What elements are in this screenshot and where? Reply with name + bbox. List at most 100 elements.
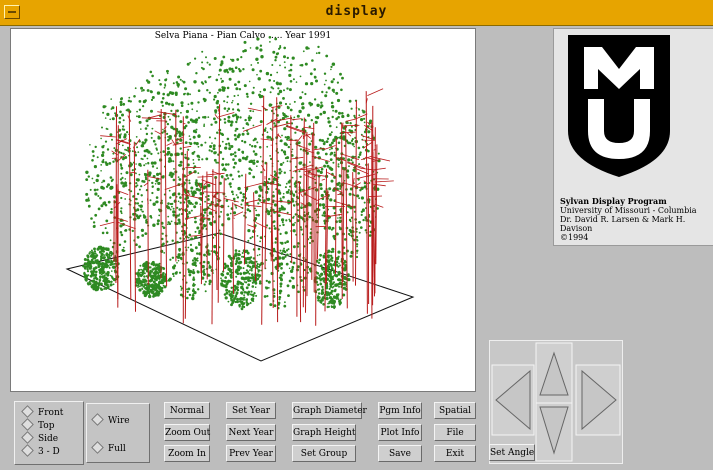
foliage-dot [230,120,234,124]
foliage-dot [221,168,224,171]
foliage-dot [325,140,329,143]
foliage-dot [245,269,248,272]
foliage-dot [158,280,162,285]
foliage-dot [228,147,232,151]
foliage-dot [121,128,124,131]
foliage-dot [369,119,373,123]
foliage-dot [138,245,141,249]
foliage-dot [337,165,340,168]
graph-height-button[interactable]: Graph Height [292,424,356,441]
foliage-dot [270,157,273,161]
foliage-dot [273,280,275,282]
prev-year-button[interactable]: Prev Year [226,445,276,462]
foliage-dot [202,67,205,71]
radio-3d[interactable]: 3 - D [21,444,60,457]
foliage-dot [104,117,107,119]
foliage-dot [113,147,116,150]
foliage-dot [318,258,322,262]
tree-branch [266,118,278,125]
foliage-dot [357,172,361,175]
foliage-dot [327,120,331,124]
foliage-dot [147,291,151,295]
foliage-dot [232,100,234,102]
foliage-dot [294,221,296,224]
foliage-dot [338,111,341,115]
foliage-dot [283,247,285,250]
foliage-dot [226,110,229,112]
foliage-dot [196,110,198,112]
radio-full[interactable]: Full [91,441,126,454]
foliage-dot [190,186,194,190]
save-button[interactable]: Save [378,445,422,462]
foliage-dot [236,282,240,286]
foliage-dot [192,162,195,165]
foliage-dot [238,158,242,162]
zoom-out-button[interactable]: Zoom Out [164,424,210,441]
set-group-button[interactable]: Set Group [292,445,356,462]
foliage-dot [97,263,101,267]
foliage-dot [160,289,164,293]
spatial-button[interactable]: Spatial [434,402,476,419]
foliage-dot [255,214,258,217]
foliage-dot [257,247,261,251]
foliage-dot [179,201,182,204]
foliage-dot [237,148,241,151]
foliage-dot [251,281,254,284]
foliage-dot [279,249,282,252]
radio-front[interactable]: Front [21,405,63,418]
foliage-dot [144,138,148,142]
foliage-dot [282,223,285,227]
foliage-dot [153,162,156,165]
credits: Sylvan Display Program University of Mis… [560,197,713,243]
foliage-dot [157,181,161,185]
foliage-dot [246,264,250,268]
zoom-in-button[interactable]: Zoom In [164,445,210,462]
foliage-dot [323,141,326,144]
foliage-dot [284,136,287,139]
normal-button[interactable]: Normal [164,402,210,419]
next-year-button[interactable]: Next Year [226,424,276,441]
set-year-button[interactable]: Set Year [226,402,276,419]
foliage-dot [208,149,211,152]
plot-info-button[interactable]: Plot Info [378,424,422,441]
foliage-dot [135,243,138,246]
foliage-dot [179,160,183,164]
foliage-dot [144,232,148,236]
radio-wire[interactable]: Wire [91,413,130,426]
radio-top[interactable]: Top [21,418,54,431]
foliage-dot [291,199,295,203]
foliage-dot [252,150,256,153]
tree-stem [355,100,357,286]
authors: Dr. David R. Larsen & Mark H. Davison [560,215,686,233]
foliage-dot [285,191,289,194]
foliage-dot [224,163,228,166]
graph-diameter-button[interactable]: Graph Diameter [292,402,367,419]
foliage-dot [283,46,287,50]
exit-button[interactable]: Exit [434,445,476,462]
radio-side[interactable]: Side [21,431,58,444]
set-angle-button[interactable]: Set Angle [489,444,535,461]
foliage-dot [225,195,227,198]
foliage-dot [337,141,341,145]
foliage-dot [239,281,241,283]
pgm-info-button[interactable]: Pgm Info [378,402,422,419]
foliage-dot [314,120,318,124]
foliage-dot [273,292,276,295]
foliage-dot [131,229,134,233]
foliage-dot [251,68,255,72]
foliage-dot [147,161,150,164]
foliage-dot [207,183,211,188]
foliage-dot [275,81,279,85]
tree-stem [324,168,327,312]
foliage-dot [220,277,222,280]
plot-viewport[interactable]: Selva Piana - Pian Calvo ..... Year 1991 [10,28,476,392]
foliage-dot [236,196,240,199]
file-button[interactable]: File [434,424,476,441]
foliage-dot [243,49,247,53]
foliage-dot [192,135,196,139]
foliage-dot [330,68,332,71]
foliage-dot [218,70,221,72]
foliage-dot [323,164,327,168]
foliage-dot [247,229,251,233]
foliage-dot [297,141,301,144]
